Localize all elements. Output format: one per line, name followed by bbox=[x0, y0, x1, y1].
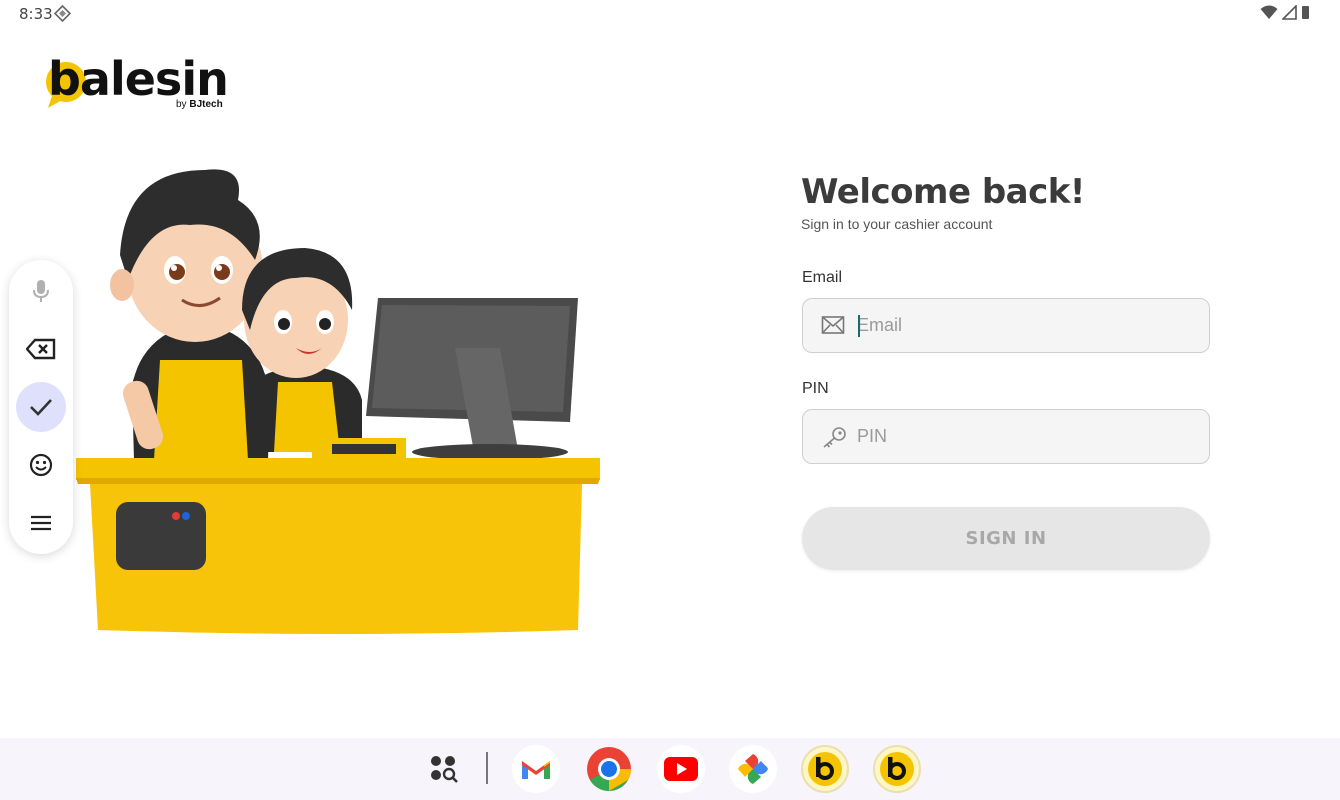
status-bar: 8:33 bbox=[0, 0, 1340, 28]
wifi-icon bbox=[1260, 5, 1278, 25]
emoji-icon bbox=[29, 453, 53, 477]
text-caret bbox=[858, 315, 860, 337]
monitor-graphic bbox=[366, 298, 578, 460]
status-time: 8:33 bbox=[19, 5, 53, 23]
email-input[interactable] bbox=[857, 299, 1197, 352]
keyboard-toolbar bbox=[9, 260, 73, 554]
photos-app[interactable] bbox=[729, 745, 777, 793]
key-icon bbox=[821, 426, 847, 453]
chrome-app[interactable] bbox=[585, 745, 633, 793]
taskbar bbox=[0, 738, 1340, 800]
email-field[interactable] bbox=[802, 298, 1210, 353]
balesin-app-2[interactable] bbox=[873, 745, 921, 793]
email-label: Email bbox=[802, 269, 843, 286]
balesin-logo: balesin by BJtech bbox=[44, 52, 234, 114]
signal-icon bbox=[1281, 4, 1297, 25]
woman-character bbox=[242, 248, 362, 452]
app-drawer-button[interactable] bbox=[420, 745, 468, 793]
counter-graphic bbox=[76, 458, 600, 634]
photos-icon bbox=[738, 754, 768, 784]
gmail-app[interactable] bbox=[512, 745, 560, 793]
sim-icon bbox=[53, 4, 72, 27]
pin-label: PIN bbox=[802, 380, 829, 397]
backspace-icon bbox=[26, 338, 56, 360]
envelope-icon bbox=[821, 315, 845, 340]
backspace-button[interactable] bbox=[16, 324, 66, 374]
emoji-button[interactable] bbox=[16, 440, 66, 490]
youtube-icon bbox=[664, 757, 698, 781]
balesin-app-1[interactable] bbox=[801, 745, 849, 793]
menu-icon bbox=[31, 515, 51, 531]
gmail-icon bbox=[522, 761, 550, 779]
pin-input[interactable] bbox=[857, 410, 1197, 463]
youtube-app[interactable] bbox=[657, 745, 705, 793]
pin-field[interactable] bbox=[802, 409, 1210, 464]
logo-wordmark: balesin bbox=[48, 52, 229, 106]
welcome-title: Welcome back! bbox=[801, 172, 1085, 212]
app-drawer-icon bbox=[431, 756, 458, 783]
microphone-button[interactable] bbox=[16, 266, 66, 316]
check-icon bbox=[30, 399, 52, 416]
sign-in-button[interactable]: SIGN IN bbox=[802, 507, 1210, 570]
dock-divider bbox=[486, 752, 488, 784]
check-button[interactable] bbox=[16, 382, 66, 432]
logo-byline: by BJtech bbox=[176, 99, 223, 110]
welcome-subtitle: Sign in to your cashier account bbox=[801, 216, 993, 232]
balesin-app-icon bbox=[801, 745, 849, 793]
menu-button[interactable] bbox=[16, 498, 66, 548]
battery-icon bbox=[1301, 5, 1310, 25]
chrome-icon bbox=[587, 747, 631, 791]
microphone-icon bbox=[33, 280, 49, 302]
app-dock bbox=[0, 738, 1340, 800]
balesin-app-icon bbox=[873, 745, 921, 793]
cashier-illustration bbox=[76, 169, 600, 634]
